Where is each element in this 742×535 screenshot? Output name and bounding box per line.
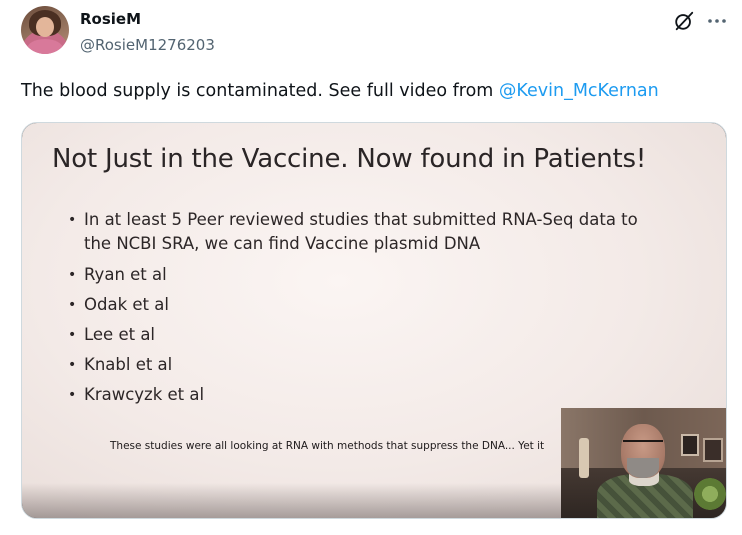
grok-icon[interactable] <box>673 10 695 32</box>
video-player[interactable]: Not Just in the Vaccine. Now found in Pa… <box>21 122 727 519</box>
slide-bullet: Odak et al <box>68 293 638 317</box>
avatar-shirt <box>27 39 63 54</box>
tweet-text: The blood supply is contaminated. See fu… <box>21 79 659 103</box>
slide-bullet: Krawcyzk et al <box>68 383 638 407</box>
avatar[interactable] <box>21 6 69 54</box>
webcam-lamp <box>579 438 589 478</box>
speaker-beard <box>627 458 659 478</box>
webcam-picture-frame <box>681 434 699 456</box>
more-options-icon[interactable] <box>705 10 729 32</box>
avatar-face <box>36 17 54 37</box>
slide-bullet: Ryan et al <box>68 263 638 287</box>
mention-link[interactable]: @Kevin_McKernan <box>499 81 659 101</box>
tweet: RosieM @RosieM1276203 The blood supply i… <box>0 0 742 535</box>
bullet-line: the NCBI SRA, we can find Vaccine plasmi… <box>84 234 481 253</box>
slide-bullet: In at least 5 Peer reviewed studies that… <box>68 208 638 256</box>
slide-bullet-list: In at least 5 Peer reviewed studies that… <box>68 208 638 407</box>
webcam-overlay <box>561 408 726 518</box>
bullet-line: In at least 5 Peer reviewed studies that… <box>84 210 638 229</box>
webcam-plant <box>693 474 726 514</box>
slide-bullet: Knabl et al <box>68 353 638 377</box>
author-display-name[interactable]: RosieM <box>80 9 141 29</box>
slide-footnote: These studies were all looking at RNA wi… <box>110 440 545 452</box>
author-handle[interactable]: @RosieM1276203 <box>80 35 215 55</box>
slide-title: Not Just in the Vaccine. Now found in Pa… <box>52 144 647 174</box>
tweet-body: The blood supply is contaminated. See fu… <box>21 81 499 101</box>
webcam-picture-frame <box>703 438 723 462</box>
slide-bullet: Lee et al <box>68 323 638 347</box>
speaker-glasses <box>623 440 663 452</box>
